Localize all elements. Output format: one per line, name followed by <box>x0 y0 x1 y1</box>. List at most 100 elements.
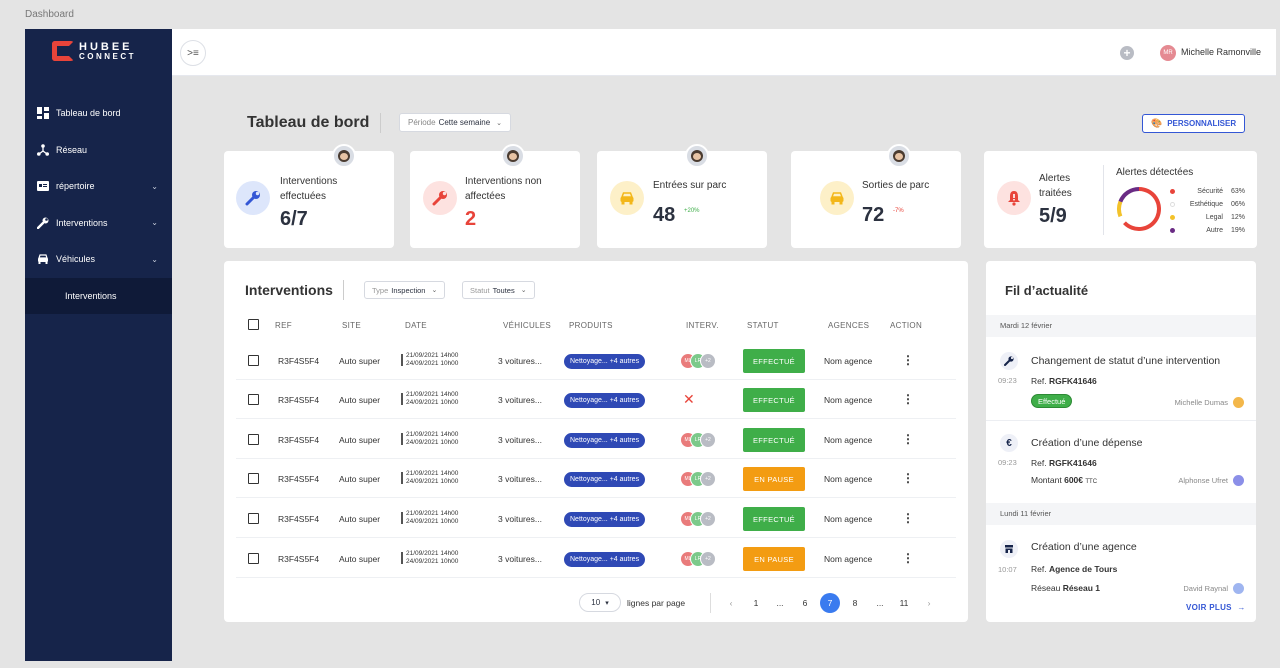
kpi-label: Sorties de parc <box>862 180 930 191</box>
page-button[interactable]: ... <box>873 598 887 608</box>
cell-vehicles[interactable]: 3 voitures... <box>498 395 542 405</box>
wrench-icon <box>37 217 49 229</box>
cell-site: Auto super <box>339 435 381 445</box>
products-chip[interactable]: Nettoyage... +4 autres <box>564 433 646 448</box>
avatar <box>1233 397 1244 408</box>
select-all-checkbox[interactable] <box>248 319 259 330</box>
page-button[interactable]: 1 <box>749 598 763 608</box>
kpi-label: affectées <box>465 191 506 202</box>
row-checkbox[interactable] <box>248 434 259 445</box>
cell-vehicles[interactable]: 3 voitures... <box>498 474 542 484</box>
customize-button[interactable]: 🎨 PERSONNALISER <box>1142 114 1246 133</box>
page-button[interactable]: 8 <box>848 598 862 608</box>
caret-down-icon: ▾ <box>605 599 609 607</box>
type-filter-select[interactable]: Type Inspection ⌄ <box>364 281 446 299</box>
logo-line1: HUBEE <box>79 40 133 53</box>
row-checkbox[interactable] <box>248 553 259 564</box>
more-actions-icon[interactable]: ⋮ <box>902 511 914 525</box>
page-button[interactable]: 7 <box>820 593 840 613</box>
status-filter-select[interactable]: Statut Toutes ⌄ <box>462 281 535 299</box>
products-chip[interactable]: Nettoyage... +4 autres <box>564 472 646 487</box>
column-header[interactable]: INTERV. <box>686 321 719 330</box>
cell-ref: R3F4S5F4 <box>278 554 320 564</box>
wrench-icon <box>423 181 457 215</box>
more-actions-icon[interactable]: ⋮ <box>902 432 914 446</box>
user-avatar[interactable]: MR <box>1160 45 1176 61</box>
see-more-link[interactable]: VOIR PLUS → <box>1186 603 1246 612</box>
cell-ref: R3F4S5F4 <box>278 514 320 524</box>
column-header[interactable]: REF <box>275 321 292 330</box>
more-actions-icon[interactable]: ⋮ <box>902 551 914 565</box>
products-chip[interactable]: Nettoyage... +4 autres <box>564 354 646 369</box>
products-chip[interactable]: Nettoyage... +4 autres <box>564 512 646 527</box>
cell-vehicles[interactable]: 3 voitures... <box>498 435 542 445</box>
status-badge: EFFECTUÉ <box>743 428 805 452</box>
sidebar-item-dashboard[interactable]: Tableau de bord <box>25 95 172 132</box>
feed-event-time: 09:23 <box>998 376 1017 385</box>
more-actions-icon[interactable]: ⋮ <box>902 471 914 485</box>
period-select[interactable]: Période Cette semaine ⌄ <box>399 113 512 132</box>
menu-toggle-button[interactable]: >≡ <box>180 40 206 66</box>
table-row[interactable]: R3F4S5F4 Auto super 21/09/2021 14h00 24/09/… <box>236 342 956 380</box>
column-header[interactable]: SITE <box>342 321 361 330</box>
column-header[interactable]: PRODUITS <box>569 321 613 330</box>
kpi-card-interventions-unassigned[interactable]: Interventions non affectées 2 <box>410 144 580 248</box>
add-button[interactable]: + <box>1120 46 1134 60</box>
intervenants-avatars[interactable]: ML LR +2 <box>680 471 716 487</box>
more-actions-icon[interactable]: ⋮ <box>902 392 914 406</box>
sidebar-item-interventions[interactable]: Interventions ⌄ <box>25 205 172 242</box>
kpi-card-interventions-done[interactable]: Interventions effectuées 6/7 <box>224 144 394 248</box>
table-row[interactable]: R3F4S5F4 Auto super 21/09/2021 14h00 24/09/… <box>236 540 956 578</box>
kpi-card-park-entries[interactable]: Entrées sur parc 48 +20% <box>597 144 767 248</box>
user-name[interactable]: Michelle Ramonville <box>1181 47 1261 57</box>
sidebar-item-vehicles[interactable]: Véhicules ⌄ <box>25 241 172 278</box>
intervenants-avatars[interactable]: ML LR +2 <box>680 432 716 448</box>
cell-vehicles[interactable]: 3 voitures... <box>498 554 542 564</box>
sidebar-subitem-interventions[interactable]: Interventions <box>25 277 172 314</box>
filter-value: Toutes <box>492 285 515 295</box>
legend-pct: 63% <box>1230 188 1245 195</box>
feed-event-title[interactable]: Changement de statut d’une intervention <box>1031 355 1220 367</box>
prev-page-button[interactable]: ‹ <box>724 598 738 608</box>
row-checkbox[interactable] <box>248 473 259 484</box>
more-actions-icon[interactable]: ⋮ <box>902 353 914 367</box>
network-icon <box>37 143 49 156</box>
cell-vehicles[interactable]: 3 voitures... <box>498 356 542 366</box>
table-row[interactable]: R3F4S5F4 Auto super 21/09/2021 14h00 24/09/… <box>236 421 956 459</box>
legend-dot-icon <box>1170 202 1175 207</box>
cell-vehicles[interactable]: 3 voitures... <box>498 514 542 524</box>
page-button[interactable]: ... <box>773 598 787 608</box>
products-chip[interactable]: Nettoyage... +4 autres <box>564 393 646 408</box>
table-row[interactable]: R3F4S5F4 Auto super 21/09/2021 14h00 24/09/… <box>236 460 956 498</box>
sidebar-item-directory[interactable]: répertoire ⌄ <box>25 168 172 205</box>
table-row[interactable]: R3F4S5F4 Auto super 21/09/2021 14h00 24/09/… <box>236 500 956 538</box>
feed-event-title[interactable]: Création d’une dépense <box>1031 437 1143 449</box>
kpi-card-park-exits[interactable]: Sorties de parc 72 -7% <box>791 144 961 248</box>
kpi-delta: +20% <box>684 208 700 214</box>
column-header[interactable]: VÉHICULES <box>503 321 551 330</box>
logo[interactable]: HUBEE CONNECT <box>52 41 136 61</box>
intervenants-avatars[interactable]: ML LR +2 <box>680 551 716 567</box>
row-checkbox[interactable] <box>248 513 259 524</box>
cell-ref: R3F4S5F4 <box>278 395 320 405</box>
intervenants-avatars[interactable]: ML LR +2 <box>680 511 716 527</box>
status-badge: EN PAUSE <box>743 547 805 571</box>
row-checkbox[interactable] <box>248 394 259 405</box>
column-header[interactable]: AGENCES <box>828 321 869 330</box>
intervenants-avatars[interactable]: ML LR +2 <box>680 353 716 369</box>
column-header[interactable]: STATUT <box>747 321 779 330</box>
page-button[interactable]: 6 <box>798 598 812 608</box>
column-header[interactable]: DATE <box>405 321 427 330</box>
page-button[interactable]: 11 <box>897 598 911 608</box>
sidebar-item-label: Interventions <box>56 217 108 228</box>
rows-per-page-select[interactable]: 10 ▾ <box>579 593 621 612</box>
table-row[interactable]: R3F4S5F4 Auto super 21/09/2021 14h00 24/09/… <box>236 381 956 419</box>
filter-label: Type <box>372 285 389 295</box>
next-page-button[interactable]: › <box>922 598 936 608</box>
sidebar-item-network[interactable]: Réseau <box>25 132 172 169</box>
feed-event-title[interactable]: Création d’une agence <box>1031 541 1137 553</box>
products-chip[interactable]: Nettoyage... +4 autres <box>564 552 646 567</box>
legend-item: Autre 19% <box>1170 224 1245 237</box>
row-checkbox[interactable] <box>248 355 259 366</box>
column-header[interactable]: ACTION <box>890 321 922 330</box>
